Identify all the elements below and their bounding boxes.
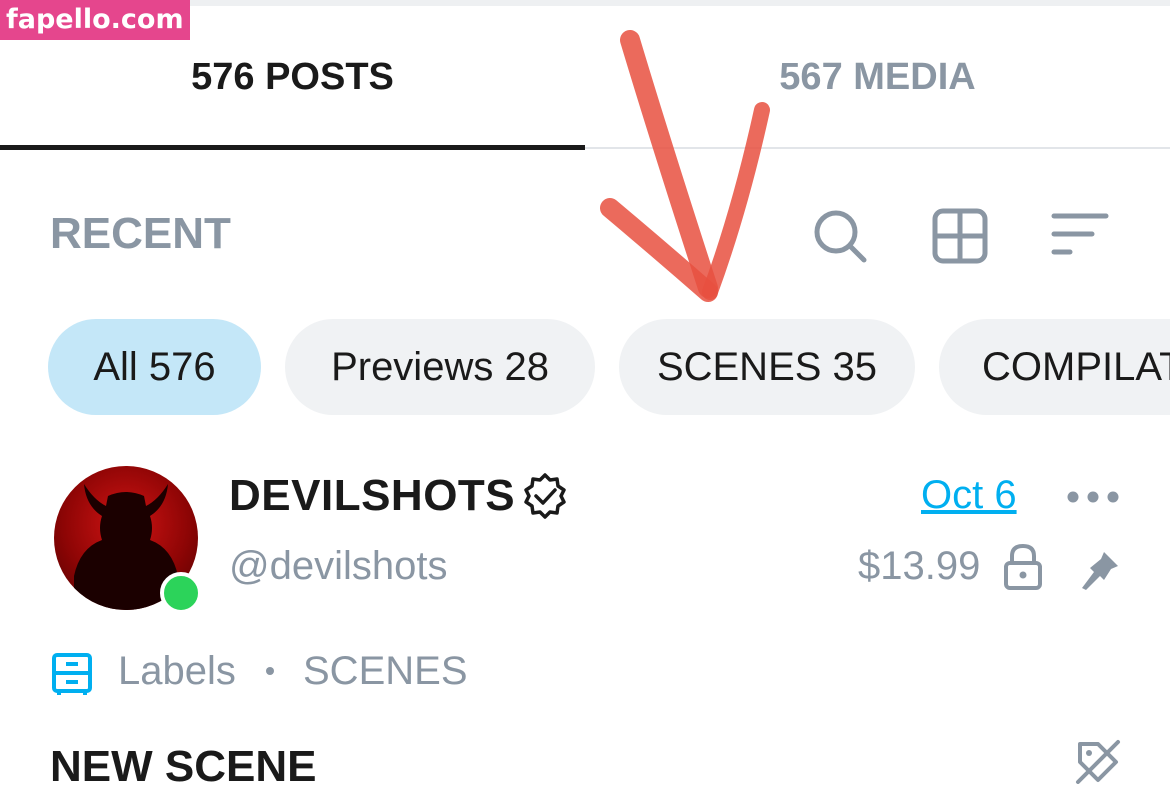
pin-icon[interactable] xyxy=(1078,548,1122,592)
tab-active-indicator xyxy=(0,145,585,150)
filter-chip-scenes[interactable]: SCENES 35 xyxy=(619,319,915,415)
tag-off-icon[interactable] xyxy=(1074,738,1122,784)
tab-posts[interactable]: 576 POSTS xyxy=(0,52,585,102)
tab-divider xyxy=(585,147,1170,149)
watermark: fapello.com xyxy=(0,0,190,40)
online-status-dot xyxy=(160,572,202,614)
more-options-icon[interactable] xyxy=(1066,485,1120,509)
grid-icon[interactable] xyxy=(930,206,990,266)
label-tag[interactable]: SCENES xyxy=(303,646,468,696)
filter-chip-compilations[interactable]: COMPILAT xyxy=(939,319,1170,415)
filter-chip-previews[interactable]: Previews 28 xyxy=(285,319,595,415)
search-icon[interactable] xyxy=(810,206,870,266)
screen: fapello.com 576 POSTS 567 MEDIA RECENT A… xyxy=(0,0,1170,796)
author-handle[interactable]: @devilshots xyxy=(229,541,447,591)
verified-badge-icon xyxy=(524,473,566,519)
post-date-link[interactable]: Oct 6 xyxy=(921,470,1017,520)
filter-chip-all[interactable]: All 576 xyxy=(48,319,261,415)
labels-title[interactable]: Labels xyxy=(118,646,236,696)
sort-label[interactable]: RECENT xyxy=(50,208,231,260)
author-name[interactable]: DEVILSHOTS xyxy=(229,470,515,522)
sort-icon[interactable] xyxy=(1050,206,1110,266)
lock-icon xyxy=(1004,543,1042,590)
post-title: NEW SCENE xyxy=(50,742,317,791)
post-price: $13.99 xyxy=(858,544,981,588)
separator-dot xyxy=(266,667,274,675)
tab-media[interactable]: 567 MEDIA xyxy=(585,52,1170,102)
labels-icon xyxy=(52,653,92,695)
